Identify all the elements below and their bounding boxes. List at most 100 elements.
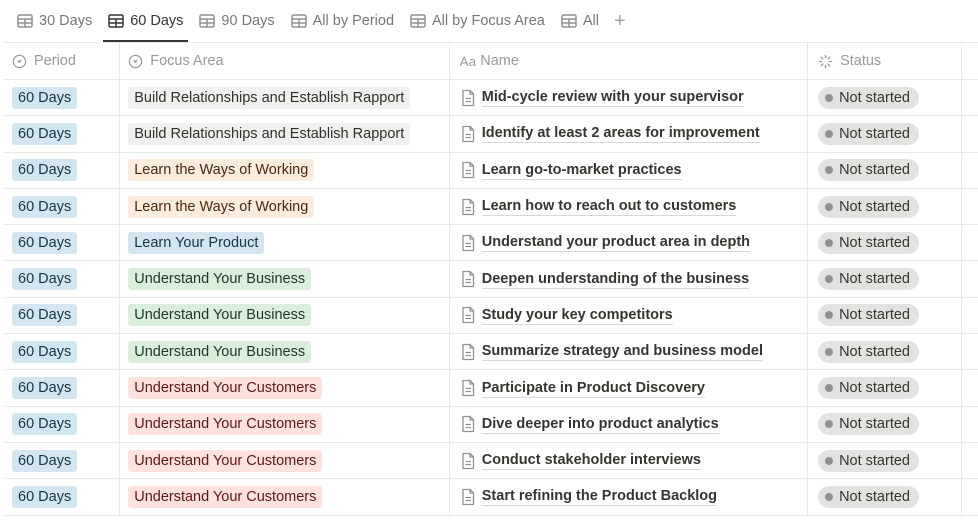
period-cell[interactable]: 60 Days bbox=[4, 370, 121, 406]
status-cell[interactable]: Not started bbox=[808, 334, 962, 370]
name-cell[interactable]: Learn how to reach out to customers bbox=[450, 188, 809, 225]
status-dot-icon bbox=[825, 202, 834, 211]
status-cell[interactable]: Not started bbox=[808, 442, 962, 479]
tab-90-days[interactable]: 90 Days bbox=[194, 0, 279, 42]
table-row[interactable]: 60 Days Understand Your Customers Start … bbox=[4, 479, 978, 516]
table-row[interactable]: 60 Days Understand Your Customers Conduc… bbox=[4, 442, 978, 480]
page-title-link[interactable]: Participate in Product Discovery bbox=[481, 379, 705, 398]
period-cell[interactable]: 60 Days bbox=[4, 152, 121, 188]
status-cell[interactable]: Not started bbox=[808, 370, 962, 406]
tab-all-by-period[interactable]: All by Period bbox=[286, 0, 399, 42]
table-row[interactable]: 60 Days Understand Your Customers Dive d… bbox=[4, 406, 978, 443]
tab-60-days[interactable]: 60 Days bbox=[103, 0, 189, 42]
column-header-status[interactable]: Status bbox=[808, 43, 962, 79]
focus-area-cell[interactable]: Learn the Ways of Working bbox=[120, 152, 450, 188]
page-title-link[interactable]: Understand your product area in depth bbox=[481, 233, 751, 253]
status-cell[interactable]: Not started bbox=[808, 80, 962, 116]
table-row[interactable]: 60 Days Understand Your Business Summari… bbox=[4, 334, 978, 371]
status-cell[interactable]: Not started bbox=[808, 188, 962, 225]
table-row[interactable]: 60 Days Understand Your Business Deepen … bbox=[4, 261, 978, 298]
period-cell[interactable]: 60 Days bbox=[4, 479, 121, 515]
name-cell[interactable]: Conduct stakeholder interviews bbox=[450, 442, 809, 479]
period-tag: 60 Days bbox=[12, 86, 78, 109]
table-row[interactable]: 60 Days Learn the Ways of Working Learn … bbox=[4, 152, 978, 189]
page-icon bbox=[462, 270, 474, 288]
name-cell[interactable]: Summarize strategy and business model bbox=[450, 334, 809, 370]
page-icon bbox=[462, 234, 474, 251]
tab-all-by-focus-area[interactable]: All by Focus Area bbox=[405, 0, 550, 42]
tab-all[interactable]: All bbox=[556, 0, 604, 42]
focus-area-tag: Understand Your Business bbox=[128, 340, 312, 363]
table-row[interactable]: 60 Days Learn Your Product Understand yo… bbox=[4, 225, 978, 262]
name-cell[interactable]: Identify at least 2 areas for improvemen… bbox=[450, 116, 809, 152]
status-cell[interactable]: Not started bbox=[808, 225, 962, 261]
period-cell[interactable]: 60 Days bbox=[4, 225, 121, 261]
tab-label: 60 Days bbox=[130, 13, 184, 29]
period-cell[interactable]: 60 Days bbox=[4, 406, 121, 442]
status-cell[interactable]: Not started bbox=[808, 479, 962, 515]
page-icon bbox=[462, 488, 474, 506]
period-cell[interactable]: 60 Days bbox=[4, 116, 121, 152]
status-cell[interactable]: Not started bbox=[808, 406, 962, 442]
page-title-link[interactable]: Dive deeper into product analytics bbox=[481, 415, 719, 434]
page-title-link[interactable]: Mid-cycle review with your supervisor bbox=[481, 88, 744, 108]
focus-area-cell[interactable]: Understand Your Business bbox=[120, 334, 450, 370]
page-title-link[interactable]: Study your key competitors bbox=[481, 306, 673, 325]
page-title-link[interactable]: Start refining the Product Backlog bbox=[481, 487, 717, 507]
period-cell[interactable]: 60 Days bbox=[4, 80, 121, 116]
extra-cell bbox=[962, 298, 978, 333]
tab-label: All by Period bbox=[312, 13, 395, 29]
focus-area-cell[interactable]: Understand Your Customers bbox=[120, 406, 450, 442]
period-cell[interactable]: 60 Days bbox=[4, 261, 121, 297]
focus-area-cell[interactable]: Understand Your Business bbox=[120, 261, 450, 297]
table-row[interactable]: 60 Days Build Relationships and Establis… bbox=[4, 80, 978, 117]
column-header-name[interactable]: Aa Name bbox=[450, 43, 809, 79]
focus-area-cell[interactable]: Build Relationships and Establish Rappor… bbox=[120, 80, 450, 116]
page-title-link[interactable]: Learn how to reach out to customers bbox=[481, 197, 737, 217]
table-row[interactable]: 60 Days Understand Your Business Study y… bbox=[4, 297, 978, 335]
name-cell[interactable]: Deepen understanding of the business bbox=[450, 261, 809, 297]
page-title-link[interactable]: Summarize strategy and business model bbox=[481, 342, 763, 362]
page-title-link[interactable]: Conduct stakeholder interviews bbox=[481, 451, 701, 471]
focus-area-cell[interactable]: Learn the Ways of Working bbox=[120, 188, 450, 225]
period-cell[interactable]: 60 Days bbox=[4, 297, 121, 334]
status-label: Not started bbox=[839, 416, 910, 433]
tab-30-days[interactable]: 30 Days bbox=[12, 0, 97, 42]
status-cell[interactable]: Not started bbox=[808, 152, 962, 188]
status-label: Not started bbox=[839, 343, 910, 360]
name-cell[interactable]: Dive deeper into product analytics bbox=[450, 406, 809, 442]
table-row[interactable]: 60 Days Understand Your Customers Partic… bbox=[4, 370, 978, 407]
status-badge: Not started bbox=[818, 268, 919, 291]
name-cell[interactable]: Understand your product area in depth bbox=[450, 225, 809, 261]
focus-area-cell[interactable]: Understand Your Customers bbox=[120, 370, 450, 406]
column-header-focus-area[interactable]: Focus Area bbox=[120, 43, 450, 79]
focus-area-cell[interactable]: Understand Your Business bbox=[120, 297, 450, 334]
name-cell[interactable]: Mid-cycle review with your supervisor bbox=[450, 80, 809, 116]
status-label: Not started bbox=[839, 307, 910, 324]
period-cell[interactable]: 60 Days bbox=[4, 188, 121, 225]
status-cell[interactable]: Not started bbox=[808, 116, 962, 152]
page-title-link[interactable]: Learn go-to-market practices bbox=[481, 161, 682, 180]
status-dot-icon bbox=[825, 311, 834, 320]
focus-area-cell[interactable]: Understand Your Customers bbox=[120, 479, 450, 515]
page-title-link[interactable]: Deepen understanding of the business bbox=[481, 270, 750, 289]
period-cell[interactable]: 60 Days bbox=[4, 334, 121, 370]
extra-cell bbox=[962, 80, 978, 115]
status-dot-icon bbox=[825, 129, 834, 138]
focus-area-cell[interactable]: Understand Your Customers bbox=[120, 442, 450, 479]
name-cell[interactable]: Study your key competitors bbox=[450, 297, 809, 334]
name-cell[interactable]: Learn go-to-market practices bbox=[450, 152, 809, 188]
status-dot-icon bbox=[825, 238, 834, 247]
column-header-period[interactable]: Period bbox=[4, 43, 121, 79]
focus-area-cell[interactable]: Build Relationships and Establish Rappor… bbox=[120, 116, 450, 152]
add-view-button[interactable]: + bbox=[614, 11, 626, 31]
status-cell[interactable]: Not started bbox=[808, 297, 962, 334]
period-cell[interactable]: 60 Days bbox=[4, 442, 121, 479]
page-title-link[interactable]: Identify at least 2 areas for improvemen… bbox=[481, 124, 760, 144]
focus-area-cell[interactable]: Learn Your Product bbox=[120, 225, 450, 261]
status-cell[interactable]: Not started bbox=[808, 261, 962, 297]
table-row[interactable]: 60 Days Learn the Ways of Working Learn … bbox=[4, 188, 978, 226]
name-cell[interactable]: Start refining the Product Backlog bbox=[450, 479, 809, 515]
table-row[interactable]: 60 Days Build Relationships and Establis… bbox=[4, 116, 978, 153]
name-cell[interactable]: Participate in Product Discovery bbox=[450, 370, 809, 406]
